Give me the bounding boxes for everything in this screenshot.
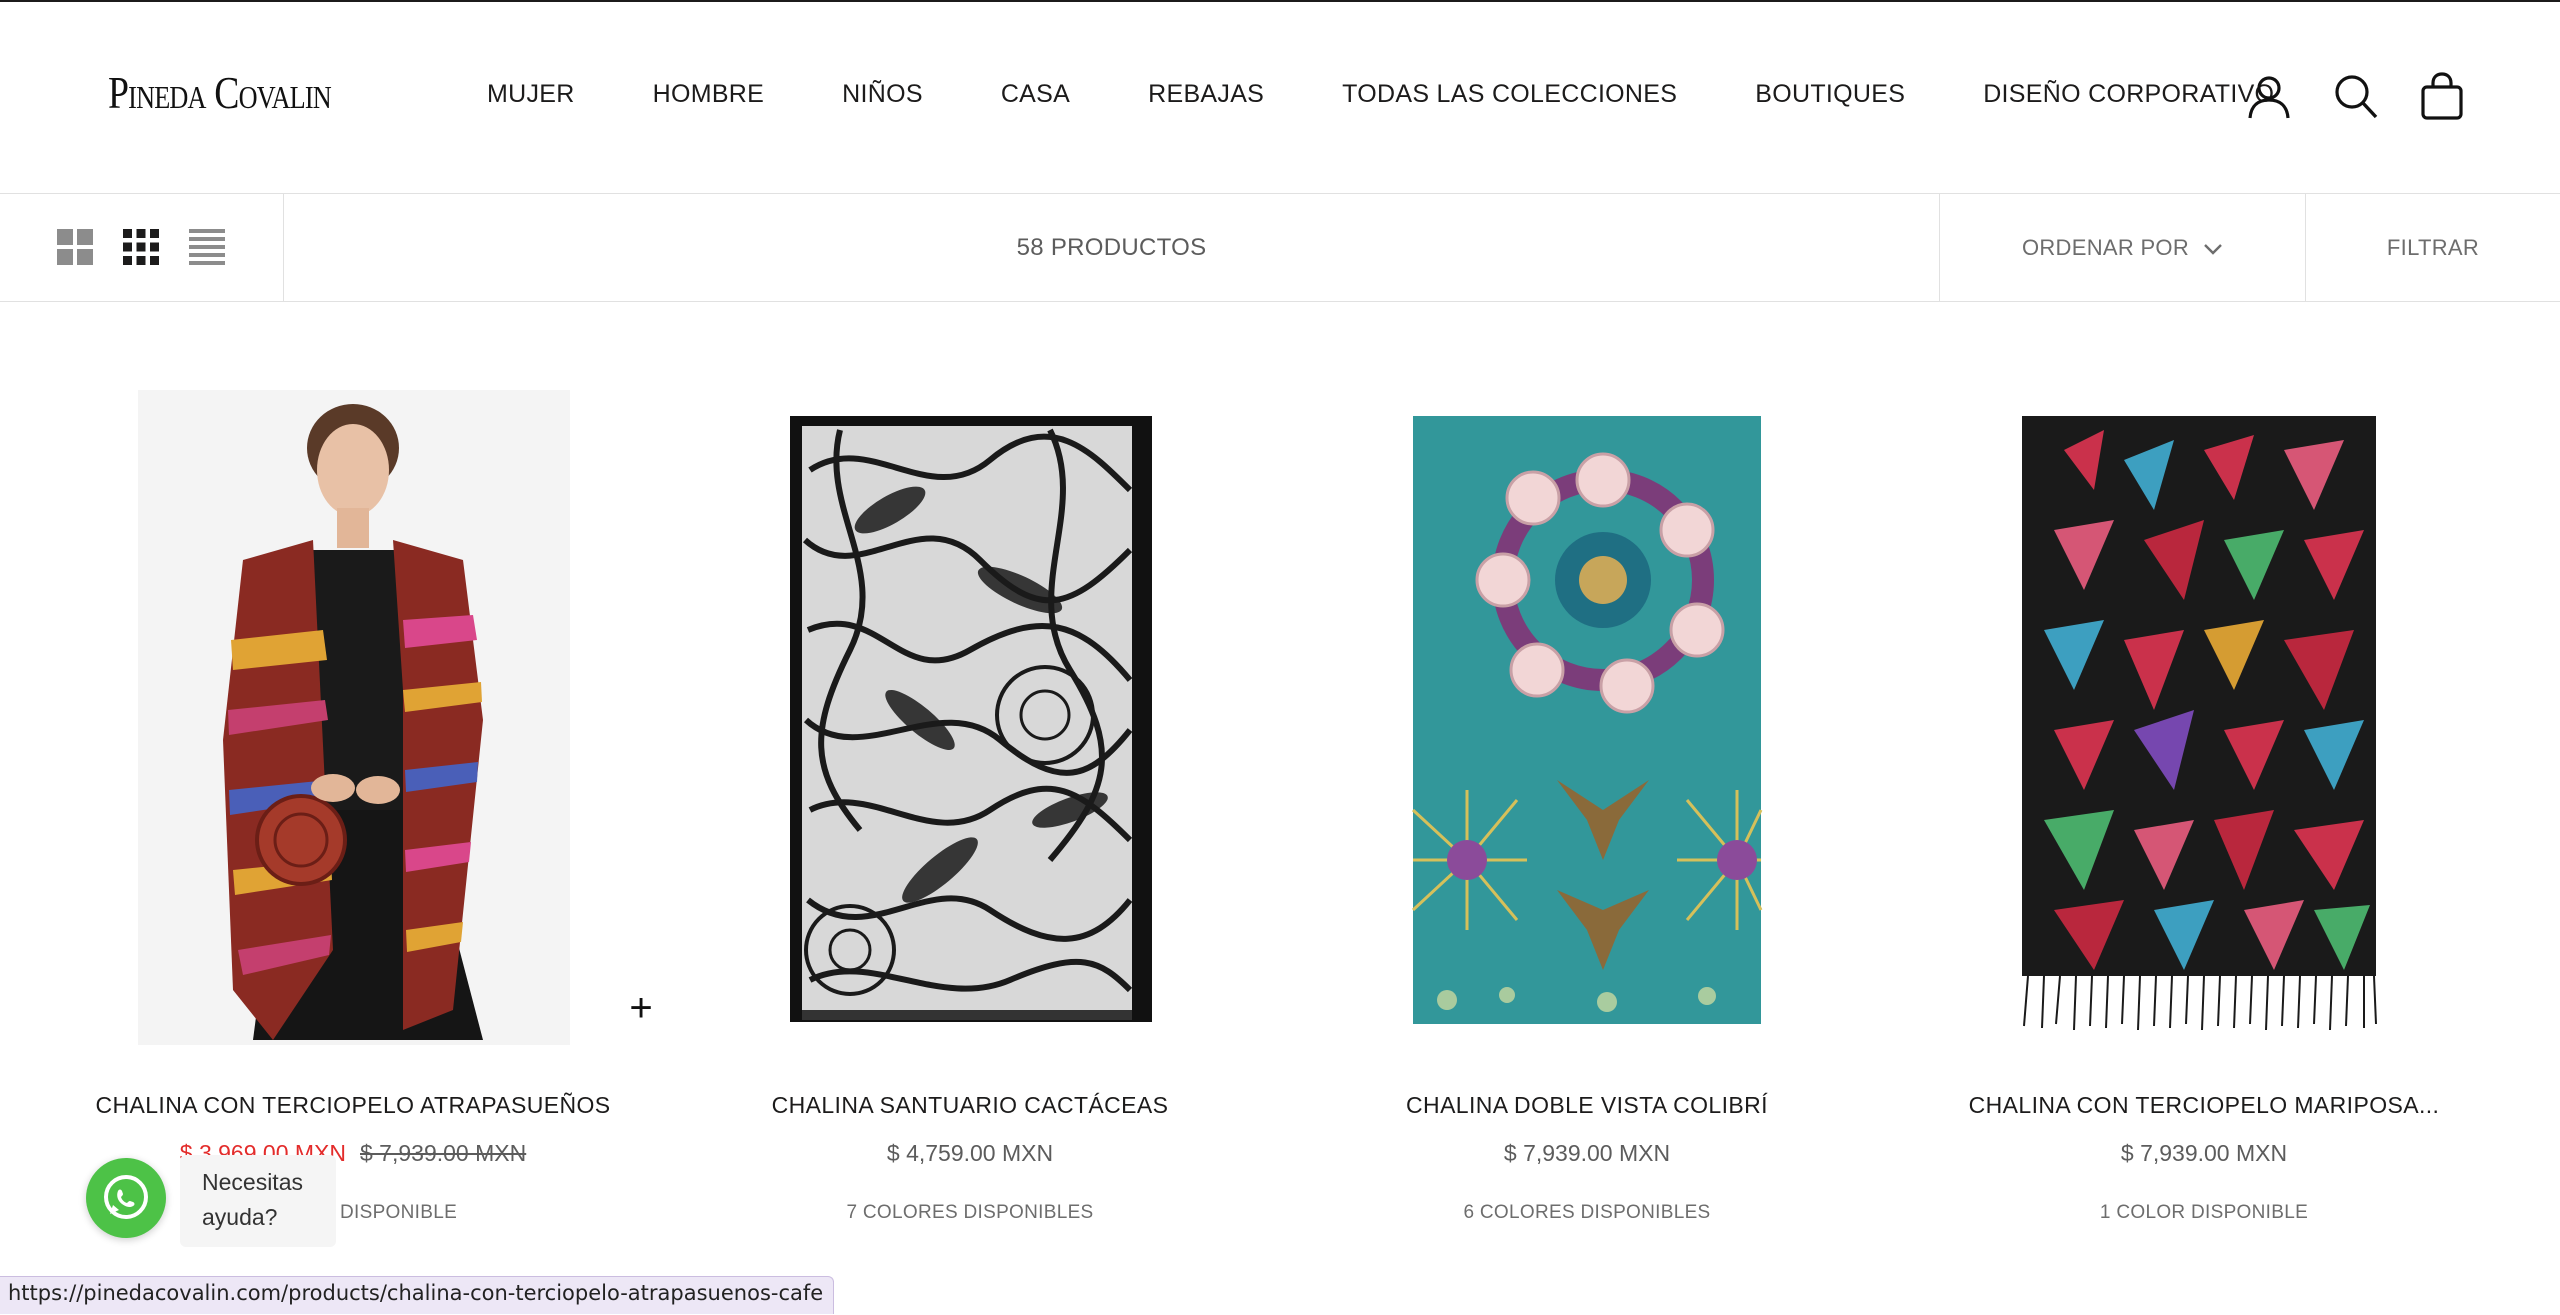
sort-label: ORDENAR POR <box>2021 234 2190 260</box>
product-title[interactable]: CHALINA DOBLE VISTA COLIBRÍ <box>1307 1092 1867 1119</box>
nav-item-colecciones[interactable]: TODAS LAS COLECCIONES <box>1342 80 1677 109</box>
list-view-icon[interactable] <box>188 228 226 266</box>
product-price: $ 4,759.00 MXN <box>886 1140 1054 1166</box>
product-title[interactable]: CHALINA SANTUARIO CACTÁCEAS <box>690 1092 1250 1119</box>
product-price: $ 7,939.00 MXN <box>2120 1140 2288 1166</box>
whatsapp-help-label[interactable]: Necesitas ayuda? <box>180 1155 336 1247</box>
sort-dropdown[interactable]: ORDENAR POR <box>1939 194 2306 301</box>
nav-item-rebajas[interactable]: REBAJAS <box>1148 80 1264 109</box>
main-nav: MUJER HOMBRE NIÑOS CASA REBAJAS TODAS LA… <box>487 80 2274 109</box>
chevron-down-icon <box>2203 235 2223 261</box>
nav-item-casa[interactable]: CASA <box>1001 80 1070 109</box>
nav-item-hombre[interactable]: HOMBRE <box>653 80 765 109</box>
grid-2-icon[interactable] <box>56 228 94 266</box>
account-icon[interactable] <box>2247 74 2291 120</box>
product-title[interactable]: CHALINA CON TERCIOPELO ATRAPASUEÑOS <box>73 1092 633 1119</box>
color-availability: 1 COLOR DISPONIBLE <box>2099 1202 2309 1223</box>
nav-item-ninos[interactable]: NIÑOS <box>842 80 923 109</box>
site-header: Pineda Covalin MUJER HOMBRE NIÑOS CASA R… <box>0 2 2560 194</box>
browser-status-url: https://pinedacovalin.com/products/chali… <box>0 1276 835 1314</box>
nav-item-corporativo[interactable]: DISEÑO CORPORATIVO <box>1983 80 2274 109</box>
product-price: $ 7,939.00 MXN <box>1503 1140 1671 1166</box>
original-price: $ 7,939.00 MXN <box>360 1140 527 1166</box>
product-image[interactable] <box>73 390 633 1050</box>
product-title[interactable]: CHALINA CON TERCIOPELO MARIPOSA... <box>1924 1092 2484 1119</box>
collection-toolbar: 58 PRODUCTOS ORDENAR POR FILTRAR <box>0 194 2560 302</box>
nav-item-mujer[interactable]: MUJER <box>487 80 575 109</box>
layout-toggles <box>0 194 284 301</box>
product-count: 58 PRODUCTOS <box>1016 233 1207 261</box>
quick-add-button[interactable]: + <box>613 980 669 1036</box>
search-icon[interactable] <box>2334 74 2378 120</box>
filter-button[interactable]: FILTRAR <box>2306 194 2560 301</box>
product-image[interactable] <box>1924 390 2484 1050</box>
grid-4-icon[interactable] <box>122 228 160 266</box>
whatsapp-icon <box>104 1175 148 1219</box>
cart-icon[interactable] <box>2420 72 2464 120</box>
whatsapp-button[interactable] <box>86 1158 166 1238</box>
brand-logo[interactable]: Pineda Covalin <box>108 66 332 119</box>
nav-item-boutiques[interactable]: BOUTIQUES <box>1755 80 1905 109</box>
product-image[interactable] <box>1307 390 1867 1050</box>
color-availability: 7 COLORES DISPONIBLES <box>846 1202 1094 1223</box>
product-image[interactable] <box>690 390 1250 1050</box>
color-availability: 6 COLORES DISPONIBLES <box>1463 1202 1711 1223</box>
